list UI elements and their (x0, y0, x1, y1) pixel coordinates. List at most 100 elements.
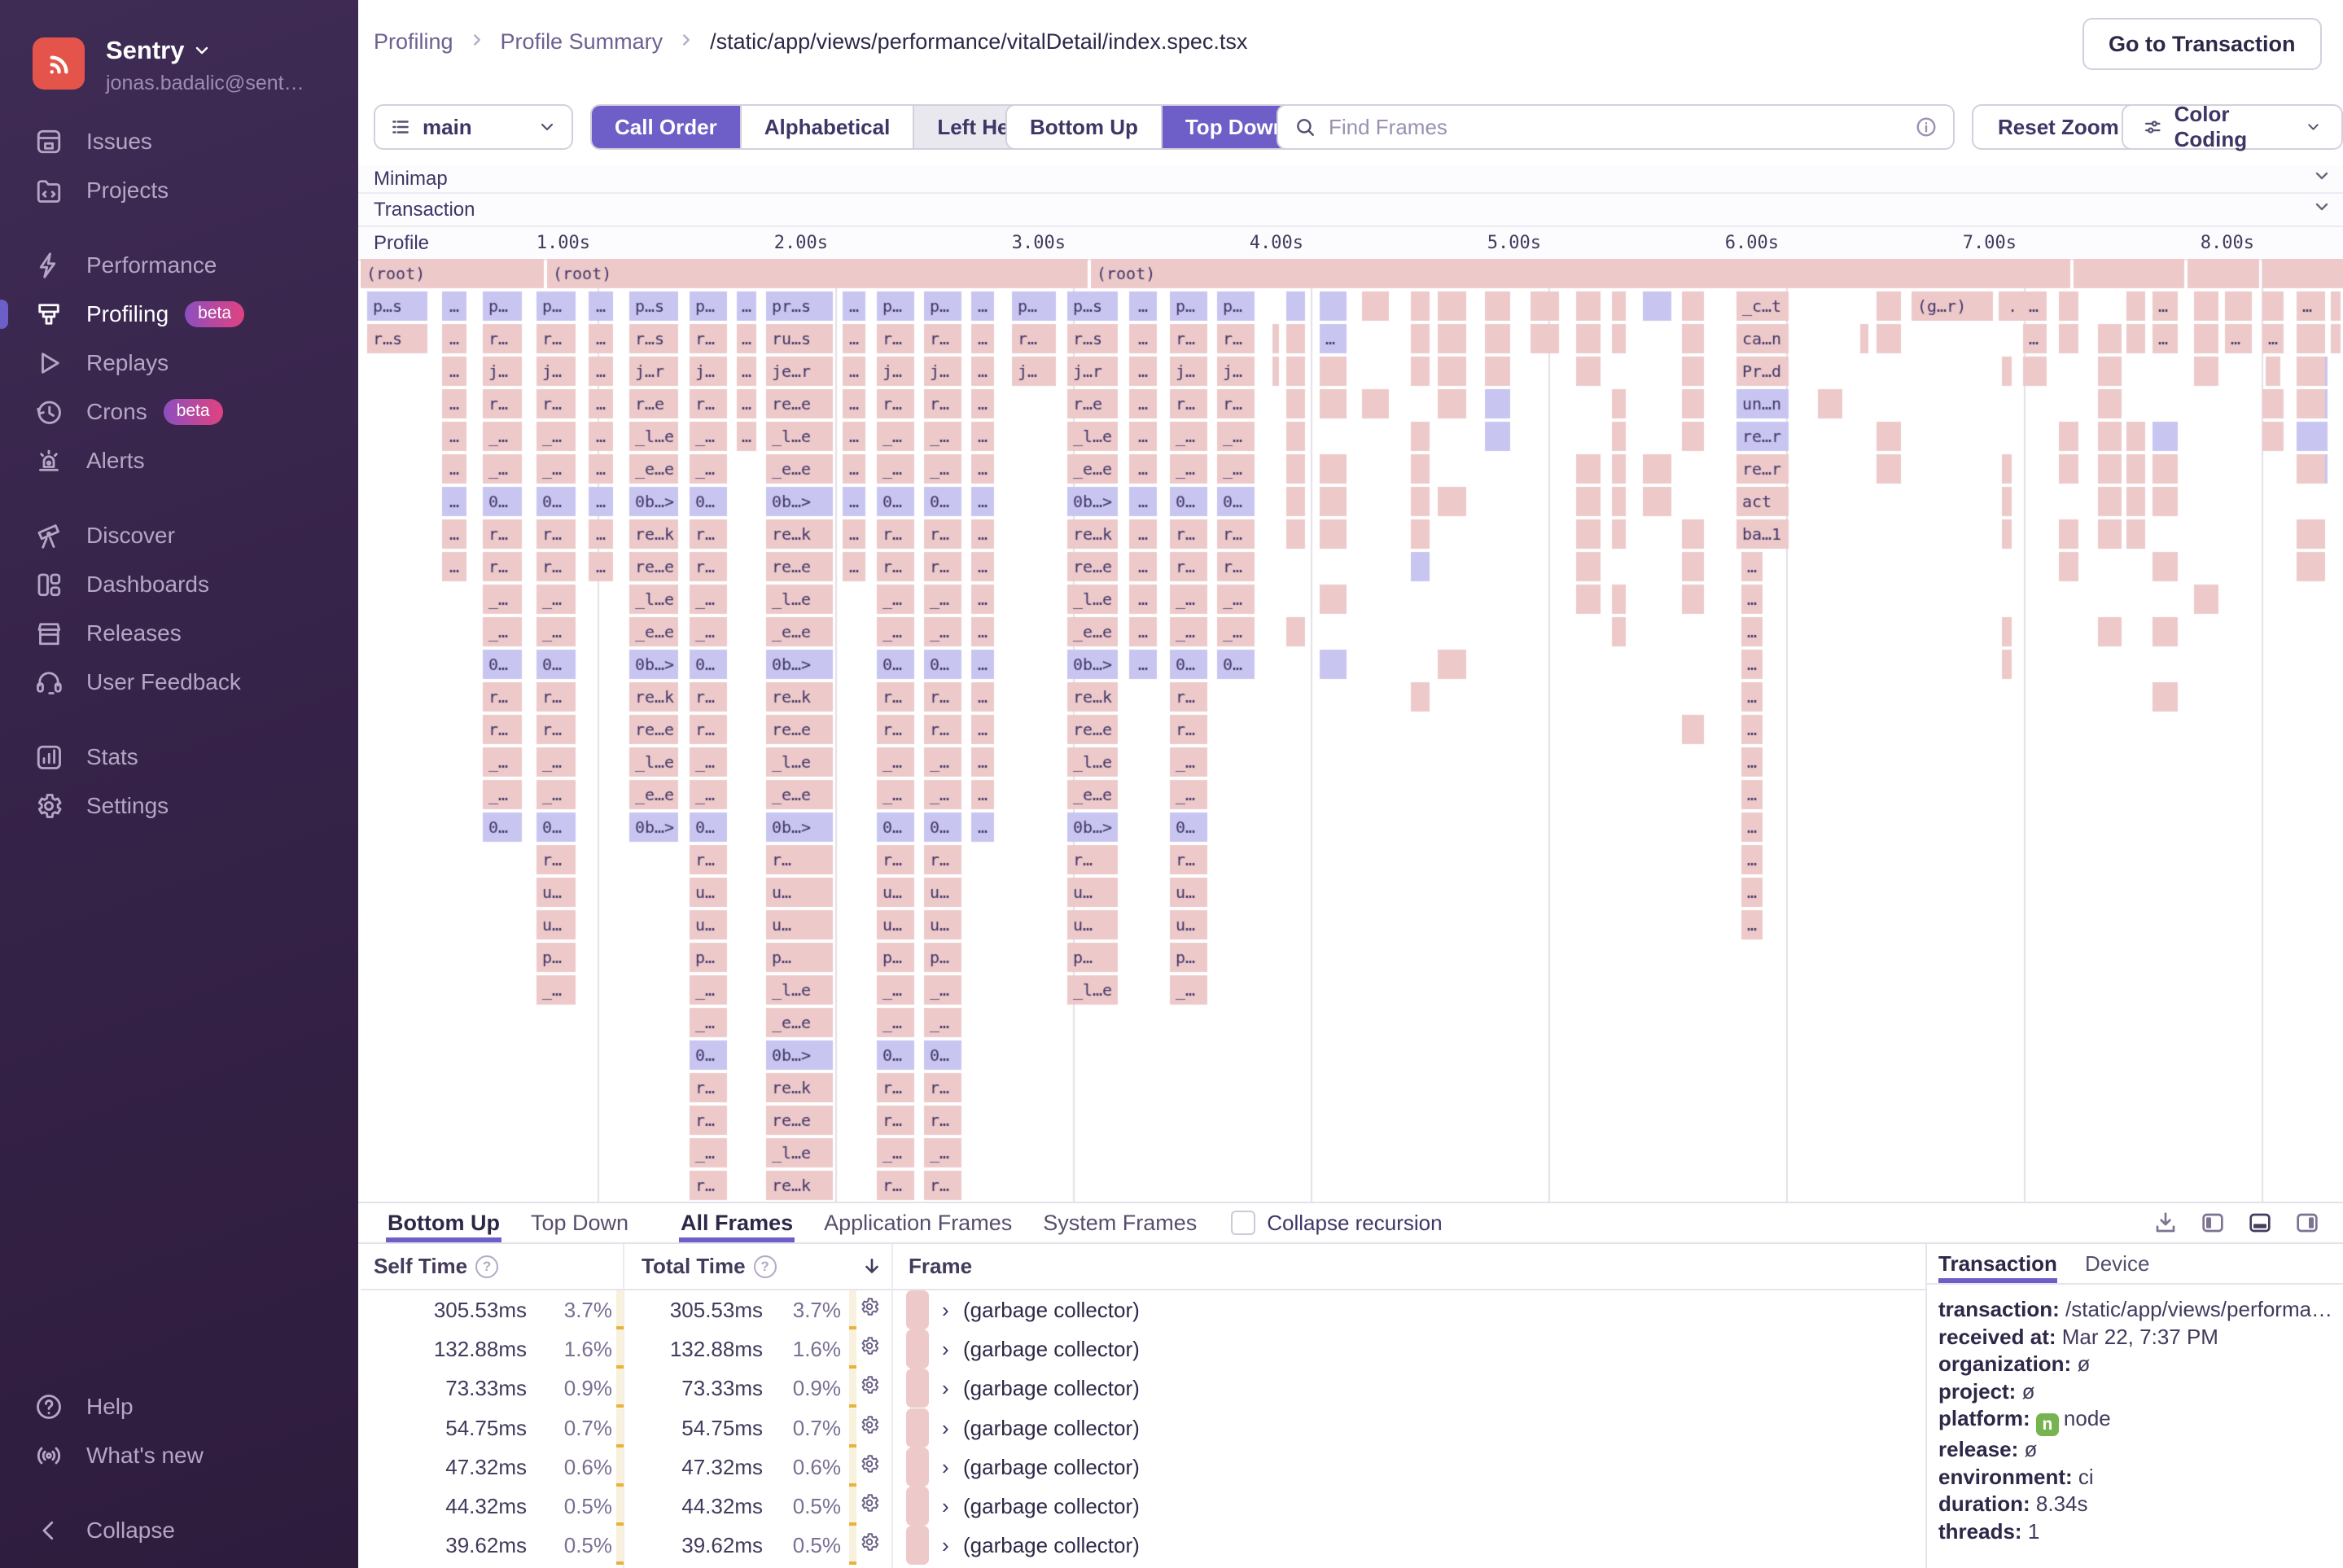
frame-settings-gear-icon[interactable] (859, 1487, 880, 1526)
sort-option-alphabetical[interactable]: Alphabetical (741, 106, 915, 148)
expand-chevron-icon[interactable]: › (942, 1290, 949, 1329)
sidebar-item-settings[interactable]: Settings (0, 782, 358, 830)
sidebar-collapse-button[interactable]: Collapse (0, 1506, 358, 1555)
sidebar-item-issues[interactable]: Issues (0, 117, 358, 166)
self-time-value: 39.62ms (445, 1533, 527, 1558)
frame-settings-gear-icon[interactable] (859, 1329, 880, 1369)
sidebar-item-stats[interactable]: Stats (0, 733, 358, 782)
tab-all-frames[interactable]: All Frames (679, 1202, 795, 1242)
sidebar-item-whats-new[interactable]: What's new (0, 1431, 358, 1480)
chevron-down-icon[interactable] (2312, 166, 2332, 191)
details-tab-transaction[interactable]: Transaction (1938, 1251, 2057, 1283)
table-row[interactable]: 44.32ms 0.5% 44.32ms 0.5% › (garbage collecto… (361, 1487, 1925, 1526)
expand-chevron-icon[interactable]: › (942, 1369, 949, 1408)
total-time-value: 47.32ms (681, 1454, 763, 1479)
layout-right-icon[interactable] (2294, 1210, 2320, 1236)
minimap-section[interactable]: Minimap (358, 165, 2343, 194)
checkbox-icon[interactable] (1231, 1211, 1256, 1235)
detail-field: platform: n node (1938, 1405, 2335, 1437)
tab-system-frames[interactable]: System Frames (1041, 1203, 1198, 1242)
breadcrumb-profiling[interactable]: Profiling (374, 29, 453, 55)
sort-option-call-order[interactable]: Call Order (592, 106, 742, 148)
go-to-transaction-button[interactable]: Go to Transaction (2082, 18, 2322, 70)
details-fields: transaction: /static/app/views/performa…… (1927, 1285, 2343, 1546)
self-time-value: 73.33ms (445, 1376, 527, 1401)
self-time-value: 44.32ms (445, 1494, 527, 1518)
download-icon[interactable] (2152, 1210, 2179, 1236)
table-row[interactable]: 132.88ms 1.6% 132.88ms 1.6% › (garbage collec… (361, 1329, 1925, 1369)
total-time-value: 44.32ms (681, 1494, 763, 1518)
gear-icon (861, 1533, 879, 1551)
frame-color-swatch (906, 1290, 929, 1329)
sidebar-item-user-feedback[interactable]: User Feedback (0, 658, 358, 707)
total-time-percent: 0.5% (792, 1533, 841, 1558)
performance-icon (39, 252, 56, 278)
expand-chevron-icon[interactable]: › (942, 1487, 949, 1526)
org-switcher[interactable]: Sentry jonas.badalic@sent… (33, 36, 326, 125)
issues-icon (37, 129, 61, 154)
frame-settings-gear-icon[interactable] (859, 1290, 880, 1329)
sidebar-item-alerts[interactable]: Alerts (0, 436, 358, 485)
flamegraph-canvas[interactable] (361, 259, 2343, 1202)
collapse-recursion-checkbox[interactable]: Collapse recursion (1231, 1211, 1443, 1236)
sidebar-item-projects[interactable]: Projects (0, 166, 358, 215)
expand-chevron-icon[interactable]: › (942, 1408, 949, 1448)
self-percent-gauge (616, 1447, 624, 1487)
frame-settings-gear-icon[interactable] (859, 1369, 880, 1408)
frame-settings-gear-icon[interactable] (859, 1448, 880, 1487)
sidebar-item-help[interactable]: Help (0, 1382, 358, 1431)
table-row[interactable]: 39.62ms 0.5% 39.62ms 0.5% › (garbage collecto… (361, 1526, 1925, 1566)
frame-name: (garbage collector) (963, 1533, 1140, 1558)
tab-top-down[interactable]: Top Down (529, 1203, 630, 1242)
table-row[interactable]: 54.75ms 0.7% 54.75ms 0.7% › (garbage collecto… (361, 1408, 1925, 1448)
total-time-percent: 0.5% (792, 1494, 841, 1518)
org-name[interactable]: Sentry (106, 36, 212, 65)
sidebar-item-label: Projects (86, 177, 169, 203)
help-circle-icon: ? (475, 1255, 499, 1278)
frame-name: (garbage collector) (963, 1298, 1140, 1322)
self-time-value: 132.88ms (433, 1337, 527, 1362)
sidebar-item-dashboards[interactable]: Dashboards (0, 560, 358, 609)
layout-bottom-icon[interactable] (2247, 1210, 2273, 1236)
sidebar-item-profiling[interactable]: Profiling beta (0, 290, 358, 339)
frame-name: (garbage collector) (963, 1415, 1140, 1440)
expand-chevron-icon[interactable]: › (942, 1329, 949, 1369)
details-tab-device[interactable]: Device (2085, 1251, 2149, 1283)
direction-option-bottom-up[interactable]: Bottom Up (1007, 106, 1163, 148)
table-row[interactable]: 305.53ms 3.7% 305.53ms 3.7% › (garbage collec… (361, 1290, 1925, 1329)
sidebar-item-discover[interactable]: Discover (0, 511, 358, 560)
breadcrumb-profile-summary[interactable]: Profile Summary (501, 29, 663, 55)
time-tick: 4.00s (1249, 233, 1303, 253)
table-row[interactable]: 73.33ms 0.9% 73.33ms 0.9% › (garbage collecto… (361, 1369, 1925, 1408)
gear-icon (861, 1298, 879, 1316)
time-tick: 3.00s (1011, 233, 1066, 253)
frame-settings-gear-icon[interactable] (859, 1526, 880, 1565)
reset-zoom-button[interactable]: Reset Zoom (1972, 104, 2145, 150)
find-frames-input[interactable] (1327, 113, 1916, 141)
color-coding-button[interactable]: Color Coding (2122, 102, 2343, 151)
sort-descending-icon[interactable] (861, 1244, 882, 1289)
expand-chevron-icon[interactable]: › (942, 1448, 949, 1487)
expand-chevron-icon[interactable]: › (942, 1526, 949, 1565)
sidebar-item-performance[interactable]: Performance (0, 241, 358, 290)
frame-header[interactable]: Frame (909, 1244, 972, 1289)
sidebar-item-releases[interactable]: Releases (0, 609, 358, 658)
table-row[interactable]: 47.32ms 0.6% 47.32ms 0.6% › (garbage collecto… (361, 1447, 1925, 1487)
chevron-down-icon[interactable] (2312, 197, 2332, 222)
tab-application-frames[interactable]: Application Frames (822, 1203, 1014, 1242)
self-percent-gauge (616, 1487, 624, 1526)
self-time-header[interactable]: Self Time? (374, 1244, 499, 1289)
sidebar-item-label: Issues (86, 129, 152, 154)
layout-left-icon[interactable] (2200, 1210, 2226, 1236)
tab-bottom-up[interactable]: Bottom Up (386, 1202, 501, 1242)
thread-select[interactable]: main (374, 104, 573, 150)
sidebar-item-label: Replays (86, 350, 169, 375)
frame-settings-gear-icon[interactable] (859, 1408, 880, 1448)
toolbar: main Call Order Alphabetical Left Heavy Bo… (358, 84, 2343, 167)
search-icon (1297, 119, 1314, 136)
sidebar-item-replays[interactable]: Replays (0, 339, 358, 388)
self-percent-gauge (616, 1526, 624, 1566)
transaction-section[interactable]: Transaction (358, 194, 2343, 227)
sidebar-item-crons[interactable]: Crons beta (0, 388, 358, 436)
total-time-header[interactable]: Total Time? (642, 1244, 777, 1289)
